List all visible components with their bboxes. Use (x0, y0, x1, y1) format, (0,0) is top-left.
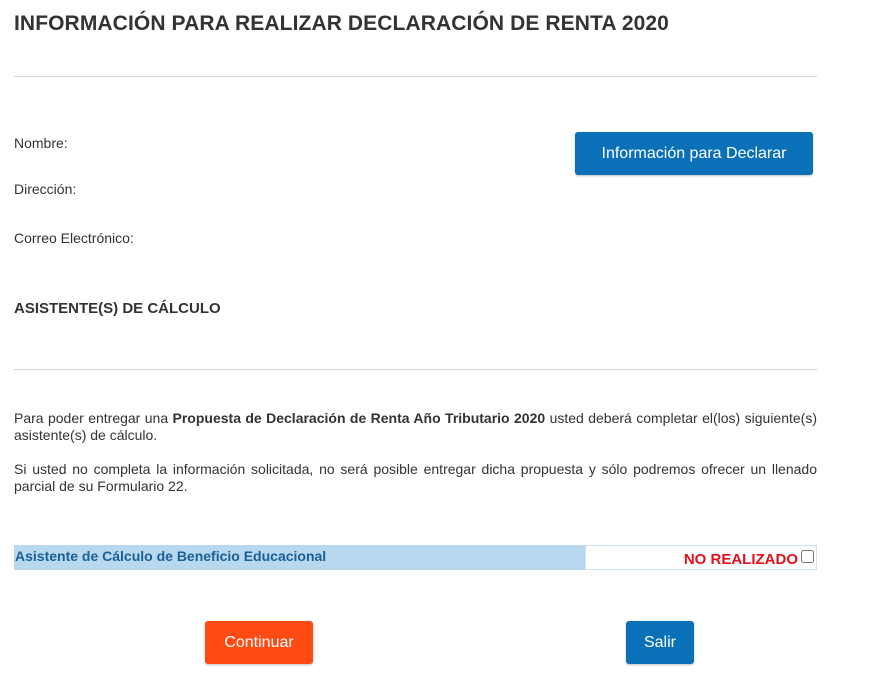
assistant-name[interactable]: Asistente de Cálculo de Beneficio Educac… (14, 545, 585, 570)
section-divider (14, 369, 817, 370)
exit-button[interactable]: Salir (626, 621, 694, 664)
section-title: ASISTENTE(S) DE CÁLCULO (14, 300, 221, 317)
page: INFORMACIÓN PARA REALIZAR DECLARACIÓN DE… (0, 0, 878, 686)
status-badge: NO REALIZADO (683, 550, 798, 568)
assistant-status-checkbox[interactable] (801, 550, 814, 563)
email-label: Correo Electrónico: (14, 230, 134, 246)
continue-button[interactable]: Continuar (205, 621, 313, 664)
address-label: Dirección: (14, 181, 77, 197)
info-to-declare-button[interactable]: Información para Declarar (575, 132, 813, 175)
assistant-row: Asistente de Cálculo de Beneficio Educac… (14, 545, 817, 570)
instructions-text-bold: Propuesta de Declaración de Renta Año Tr… (172, 410, 546, 426)
instructions-text-start: Para poder entregar una (14, 410, 173, 426)
warning-paragraph: Si usted no completa la información soli… (14, 461, 817, 494)
name-label: Nombre: (14, 135, 68, 151)
instructions-paragraph: Para poder entregar una Propuesta de Dec… (14, 410, 817, 444)
assistant-status-cell: NO REALIZADO (585, 545, 817, 570)
top-divider (14, 76, 817, 77)
page-title: INFORMACIÓN PARA REALIZAR DECLARACIÓN DE… (14, 12, 669, 35)
